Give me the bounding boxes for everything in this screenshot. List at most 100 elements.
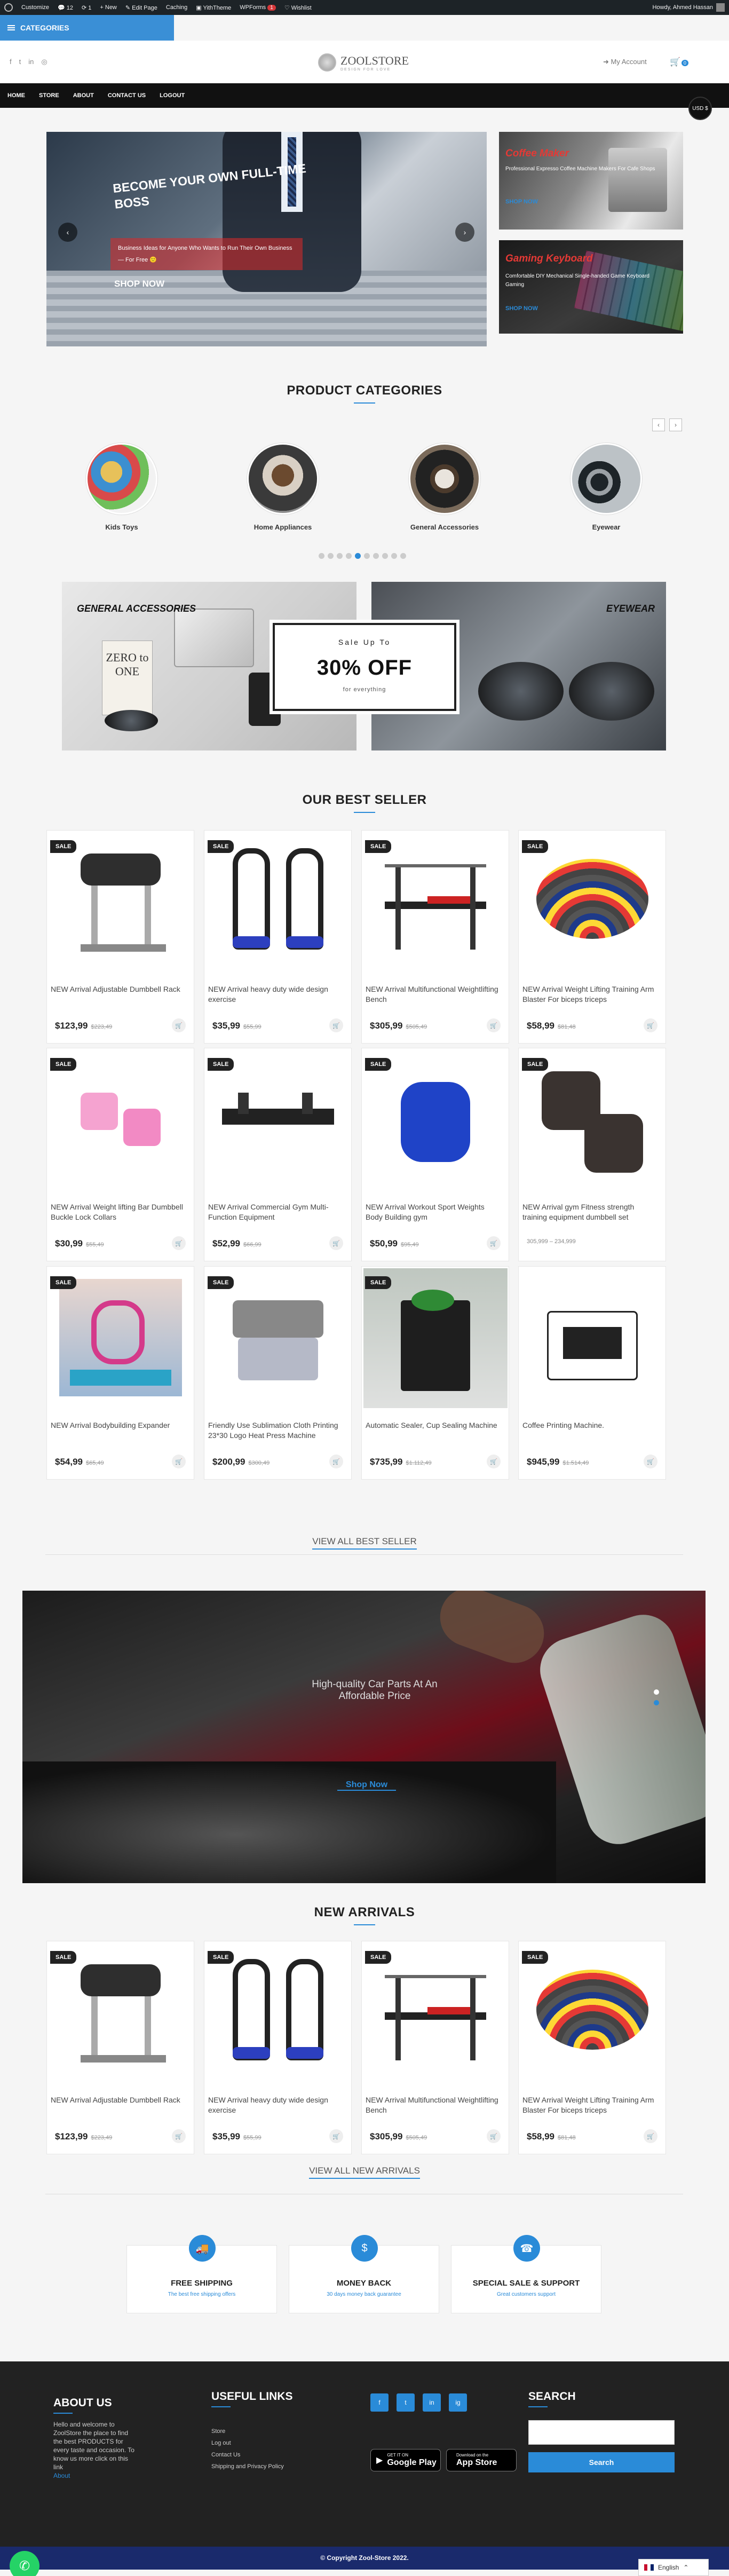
product-card[interactable]: SALE Friendly Use Sublimation Cloth Print… <box>204 1266 352 1480</box>
add-to-cart-icon[interactable]: 🛒 <box>644 1455 657 1468</box>
footer-link-contact[interactable]: Contact Us <box>211 2449 284 2461</box>
product-card[interactable]: SALE NEW Arrival heavy duty wide design e… <box>204 830 352 1044</box>
pagination-dot[interactable] <box>373 553 379 559</box>
product-title[interactable]: NEW Arrival Multifunctional Weightliftin… <box>366 2095 499 2115</box>
my-account-link[interactable]: ➜ My Account <box>603 58 647 66</box>
categories-button[interactable]: CATEGORIES <box>0 15 174 41</box>
add-to-cart-icon[interactable]: 🛒 <box>487 2129 501 2143</box>
product-card[interactable]: SALE NEW Arrival Weight Lifting Training … <box>518 1941 666 2154</box>
add-to-cart-icon[interactable]: 🛒 <box>172 1018 186 1032</box>
product-card[interactable]: SALE Automatic Sealer, Cup Sealing Machin… <box>361 1266 509 1480</box>
currency-switcher[interactable]: USD $ <box>688 97 712 120</box>
product-title[interactable]: NEW Arrival Weight Lifting Training Arm … <box>522 984 656 1005</box>
category-eyewear[interactable]: Eyewear <box>553 443 660 531</box>
linkedin-icon[interactable]: in <box>423 2393 441 2412</box>
product-title[interactable]: NEW Arrival Adjustable Dumbbell Rack <box>51 2095 184 2105</box>
facebook-icon[interactable]: f <box>370 2393 389 2412</box>
product-title[interactable]: NEW Arrival Weight lifting Bar Dumbbell … <box>51 1202 184 1222</box>
footer-link-store[interactable]: Store <box>211 2425 284 2437</box>
gaming-keyboard-banner[interactable]: Gaming Keyboard Comfortable DIY Mechanic… <box>499 240 683 334</box>
product-title[interactable]: NEW Arrival Weight Lifting Training Arm … <box>522 2095 656 2115</box>
pagination-dot[interactable] <box>355 553 361 559</box>
pagination-dot[interactable] <box>346 553 352 559</box>
offer-box[interactable]: Sale Up To 30% OFF for everything <box>273 623 456 711</box>
language-switcher[interactable]: English ⌃ <box>638 2559 709 2576</box>
instagram-icon[interactable]: ◎ <box>41 58 47 66</box>
add-to-cart-icon[interactable]: 🛒 <box>644 2129 657 2143</box>
categories-prev[interactable]: ‹ <box>652 418 665 431</box>
admin-caching[interactable]: Caching <box>166 4 187 11</box>
add-to-cart-icon[interactable]: 🛒 <box>329 1018 343 1032</box>
product-title[interactable]: NEW Arrival gym Fitness strength trainin… <box>522 1202 656 1222</box>
pagination-dot[interactable] <box>328 553 334 559</box>
twitter-icon[interactable]: t <box>19 58 21 66</box>
product-title[interactable]: NEW Arrival Multifunctional Weightliftin… <box>366 984 499 1005</box>
add-to-cart-icon[interactable]: 🛒 <box>487 1018 501 1032</box>
coffee-maker-banner[interactable]: Coffee Maker Professional Expresso Coffe… <box>499 132 683 230</box>
product-card[interactable]: Coffee Printing Machine. $945,99 $1.514,49… <box>518 1266 666 1480</box>
instagram-icon[interactable]: ig <box>449 2393 467 2412</box>
nav-logout[interactable]: LOGOUT <box>160 92 185 99</box>
footer-search-input[interactable] <box>528 2420 675 2445</box>
product-title[interactable]: NEW Arrival heavy duty wide design exerc… <box>208 984 342 1005</box>
nav-store[interactable]: STORE <box>39 92 59 99</box>
product-card[interactable]: SALE NEW Arrival Multifunctional Weightli… <box>361 830 509 1044</box>
twitter-icon[interactable]: t <box>397 2393 415 2412</box>
product-title[interactable]: NEW Arrival heavy duty wide design exerc… <box>208 2095 342 2115</box>
add-to-cart-icon[interactable]: 🛒 <box>644 1018 657 1032</box>
add-to-cart-icon[interactable]: 🛒 <box>487 1236 501 1250</box>
product-title[interactable]: Friendly Use Sublimation Cloth Printing … <box>208 1420 342 1441</box>
add-to-cart-icon[interactable]: 🛒 <box>172 2129 186 2143</box>
product-card[interactable]: SALE NEW Arrival Adjustable Dumbbell Rack… <box>46 1941 194 2154</box>
pagination-dot[interactable] <box>382 553 388 559</box>
product-card[interactable]: SALE NEW Arrival Workout Sport Weights Bo… <box>361 1048 509 1261</box>
pagination-dot[interactable] <box>319 553 324 559</box>
product-card[interactable]: SALE NEW Arrival Multifunctional Weightli… <box>361 1941 509 2154</box>
pagination-dot[interactable] <box>400 553 406 559</box>
add-to-cart-icon[interactable]: 🛒 <box>172 1236 186 1250</box>
add-to-cart-icon[interactable]: 🛒 <box>172 1455 186 1468</box>
product-title[interactable]: NEW Arrival Commercial Gym Multi-Functio… <box>208 1202 342 1222</box>
pagination-dot[interactable] <box>654 1689 659 1695</box>
hero-shop-now[interactable]: SHOP NOW <box>114 279 164 289</box>
wordpress-icon[interactable] <box>4 3 13 12</box>
site-logo[interactable]: ZOOLSTORE DESIGN FOR LOVE <box>318 49 414 76</box>
add-to-cart-icon[interactable]: 🛒 <box>329 1236 343 1250</box>
view-all-new-arrivals[interactable]: VIEW ALL NEW ARRIVALS <box>0 2166 729 2179</box>
product-title[interactable]: Coffee Printing Machine. <box>522 1420 656 1431</box>
add-to-cart-icon[interactable]: 🛒 <box>329 2129 343 2143</box>
product-title[interactable]: NEW Arrival Workout Sport Weights Body B… <box>366 1202 499 1222</box>
admin-new[interactable]: + New <box>100 4 117 11</box>
pagination-dot[interactable] <box>391 553 397 559</box>
product-card[interactable]: SALE NEW Arrival Commercial Gym Multi-Fun… <box>204 1048 352 1261</box>
product-card[interactable]: SALE NEW Arrival Adjustable Dumbbell Rack… <box>46 830 194 1044</box>
cart-button[interactable]: 🛒 0 <box>670 57 688 67</box>
categories-next[interactable]: › <box>669 418 682 431</box>
nav-about[interactable]: ABOUT <box>73 92 94 99</box>
google-play-badge[interactable]: ▶ GET IT ON Google Play <box>370 2449 441 2471</box>
about-link[interactable]: About <box>53 2471 139 2480</box>
admin-comments[interactable]: 💬 12 <box>58 4 73 11</box>
nav-contact[interactable]: CONTACT US <box>108 92 146 99</box>
view-all-best-seller[interactable]: VIEW ALL BEST SELLER <box>0 1536 729 1550</box>
add-to-cart-icon[interactable]: 🛒 <box>329 1455 343 1468</box>
pagination-dot[interactable] <box>364 553 370 559</box>
product-card[interactable]: SALE NEW Arrival Weight Lifting Training … <box>518 830 666 1044</box>
category-home-appliances[interactable]: Home Appliances <box>229 443 336 531</box>
admin-wpforms[interactable]: WPForms 1 <box>240 4 276 11</box>
shop-now-button[interactable]: Shop Now <box>337 1780 396 1791</box>
linkedin-icon[interactable]: in <box>28 58 34 66</box>
footer-link-policy[interactable]: Shipping and Privacy Policy <box>211 2461 284 2472</box>
facebook-icon[interactable]: f <box>10 58 12 66</box>
app-store-badge[interactable]: Download on the App Store <box>446 2449 517 2471</box>
admin-edit-page[interactable]: ✎ Edit Page <box>125 4 157 11</box>
product-card[interactable]: SALE NEW Arrival gym Fitness strength tra… <box>518 1048 666 1261</box>
footer-link-logout[interactable]: Log out <box>211 2437 284 2449</box>
banner-shop-now[interactable]: SHOP NOW <box>505 199 538 205</box>
add-to-cart-icon[interactable]: 🛒 <box>487 1455 501 1468</box>
category-general-accessories[interactable]: General Accessories <box>391 443 498 531</box>
admin-theme[interactable]: ▣ YithTheme <box>196 4 231 11</box>
product-title[interactable]: NEW Arrival Bodybuilding Expander <box>51 1420 184 1431</box>
pagination-dot-active[interactable] <box>654 1700 659 1705</box>
product-title[interactable]: Automatic Sealer, Cup Sealing Machine <box>366 1420 499 1431</box>
